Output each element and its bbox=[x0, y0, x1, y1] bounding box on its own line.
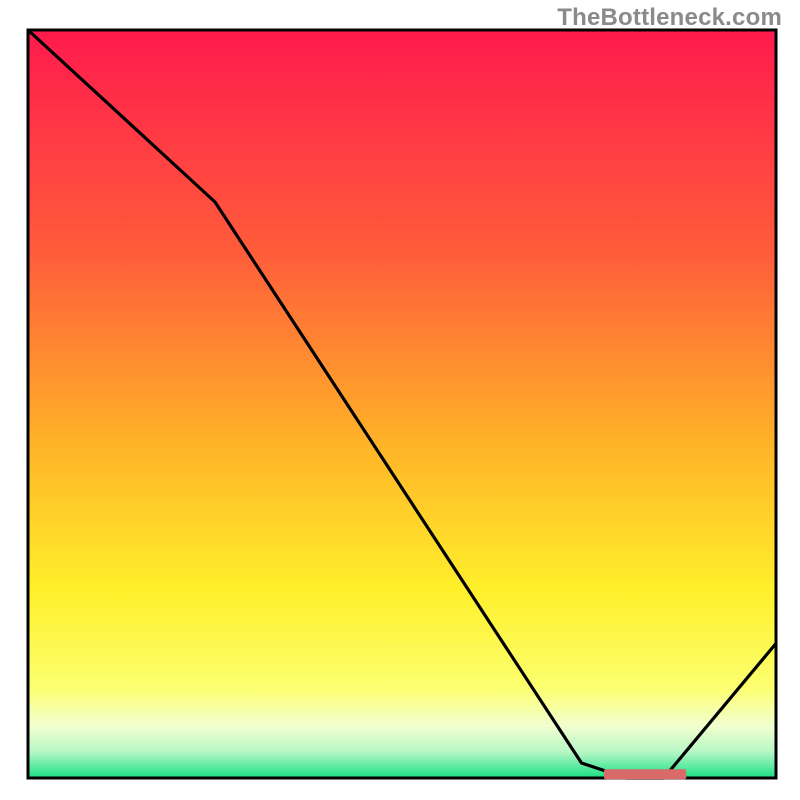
bottleneck-chart bbox=[0, 0, 800, 800]
optimal-range-marker bbox=[604, 769, 686, 779]
chart-stage: TheBottleneck.com bbox=[0, 0, 800, 800]
gradient-background bbox=[28, 30, 776, 778]
